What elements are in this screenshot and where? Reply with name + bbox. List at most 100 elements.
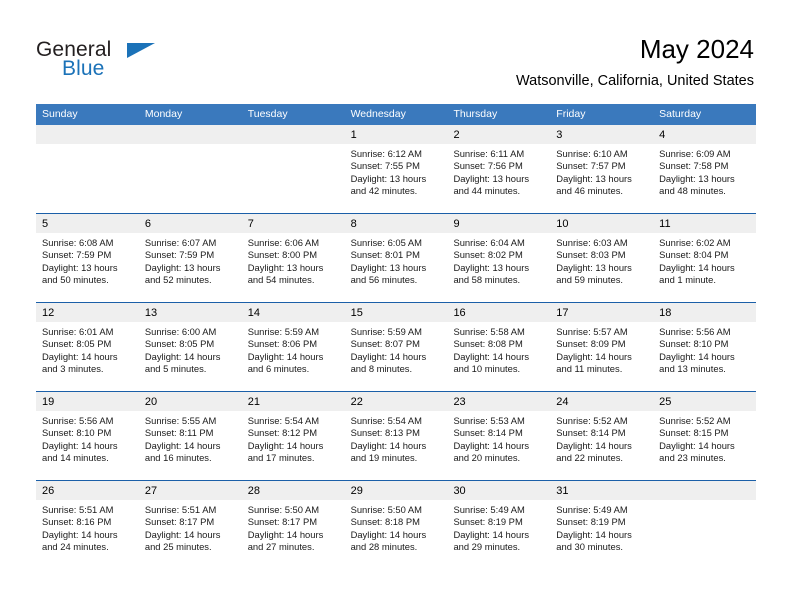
- day-info-line: Sunrise: 6:12 AM: [350, 148, 422, 159]
- day-info-line: Sunrise: 6:10 AM: [556, 148, 628, 159]
- day-number-band: 17: [550, 303, 654, 322]
- day-number: 28: [247, 485, 260, 497]
- day-info-line: Daylight: 13 hours: [247, 261, 324, 273]
- day-info-line: Sunrise: 6:02 AM: [659, 237, 731, 248]
- day-number: 14: [247, 307, 260, 319]
- day-cell-28[interactable]: 28 Sunrise: 5:50 AM Sunset: 8:17 PM Dayligh…: [241, 481, 345, 569]
- day-number-band: 12: [36, 303, 139, 322]
- day-cell-19[interactable]: 19 Sunrise: 5:56 AM Sunset: 8:10 PM Dayligh…: [36, 392, 139, 480]
- day-number-band: 27: [138, 481, 242, 500]
- day-sun-info: Sunrise: 6:06 AM Sunset: 8:00 PM Daylight:…: [242, 233, 345, 287]
- calendar-week-row: 26 Sunrise: 5:51 AM Sunset: 8:16 PM Dayligh…: [36, 480, 757, 569]
- day-number: 24: [556, 396, 569, 408]
- day-sun-info: [36, 144, 139, 148]
- day-number-band: 14: [241, 303, 345, 322]
- day-cell-23[interactable]: 23 Sunrise: 5:53 AM Sunset: 8:14 PM Dayligh…: [447, 392, 551, 480]
- day-info-line: Daylight: 14 hours: [556, 439, 632, 451]
- day-number: 1: [350, 129, 357, 141]
- weekday-header-saturday: Saturday: [659, 108, 702, 120]
- day-number: 21: [247, 396, 260, 408]
- day-info-line: and 25 minutes.: [144, 541, 212, 553]
- day-number: 2: [453, 129, 460, 141]
- page-title: May 2024: [639, 34, 754, 64]
- day-sun-info: Sunrise: 5:55 AM Sunset: 8:11 PM Daylight:…: [139, 411, 242, 465]
- day-number: 25: [659, 396, 672, 408]
- day-sun-info: Sunrise: 6:10 AM Sunset: 7:57 PM Daylight:…: [550, 144, 653, 198]
- day-info-line: and 54 minutes.: [247, 274, 315, 286]
- day-cell-5[interactable]: 5 Sunrise: 6:08 AM Sunset: 7:59 PM Daylight…: [36, 214, 139, 302]
- day-cell-7[interactable]: 7 Sunrise: 6:06 AM Sunset: 8:00 PM Daylight…: [241, 214, 345, 302]
- day-info-line: Sunrise: 6:01 AM: [42, 326, 114, 337]
- day-cell-16[interactable]: 16 Sunrise: 5:58 AM Sunset: 8:08 PM Dayligh…: [447, 303, 551, 391]
- day-cell-11[interactable]: 11 Sunrise: 6:02 AM Sunset: 8:04 PM Dayligh…: [653, 214, 757, 302]
- day-cell-12[interactable]: 12 Sunrise: 6:01 AM Sunset: 8:05 PM Dayligh…: [36, 303, 139, 391]
- day-cell-15[interactable]: 15 Sunrise: 5:59 AM Sunset: 8:07 PM Dayligh…: [344, 303, 448, 391]
- day-info-line: Sunrise: 6:00 AM: [144, 326, 217, 337]
- day-cell-24[interactable]: 24 Sunrise: 5:52 AM Sunset: 8:14 PM Dayligh…: [550, 392, 654, 480]
- day-info-line: Sunset: 7:59 PM: [144, 249, 215, 261]
- day-number-band: 8: [344, 214, 448, 233]
- day-cell-1[interactable]: 1 Sunrise: 6:12 AM Sunset: 7:55 PM Daylight…: [344, 125, 448, 213]
- day-cell-29[interactable]: 29 Sunrise: 5:50 AM Sunset: 8:18 PM Dayligh…: [344, 481, 448, 569]
- day-cell-31[interactable]: 31 Sunrise: 5:49 AM Sunset: 8:19 PM Dayligh…: [550, 481, 654, 569]
- day-number: 22: [350, 396, 363, 408]
- day-info-line: and 5 minutes.: [144, 363, 207, 375]
- day-number-band: 5: [36, 214, 139, 233]
- day-cell-17[interactable]: 17 Sunrise: 5:57 AM Sunset: 8:09 PM Dayligh…: [550, 303, 654, 391]
- day-number-band: 10: [550, 214, 654, 233]
- day-number: 4: [659, 129, 666, 141]
- day-cell-3[interactable]: 3 Sunrise: 6:10 AM Sunset: 7:57 PM Daylight…: [550, 125, 654, 213]
- day-cell-27[interactable]: 27 Sunrise: 5:51 AM Sunset: 8:17 PM Dayligh…: [138, 481, 242, 569]
- day-info-line: Sunrise: 5:51 AM: [42, 504, 114, 515]
- day-number-band: 24: [550, 392, 654, 411]
- day-sun-info: Sunrise: 6:02 AM Sunset: 8:04 PM Daylight:…: [653, 233, 756, 287]
- day-sun-info: Sunrise: 5:54 AM Sunset: 8:12 PM Daylight:…: [242, 411, 345, 465]
- day-cell-4[interactable]: 4 Sunrise: 6:09 AM Sunset: 7:58 PM Daylight…: [653, 125, 757, 213]
- day-cell-9[interactable]: 9 Sunrise: 6:04 AM Sunset: 8:02 PM Daylight…: [447, 214, 551, 302]
- day-sun-info: Sunrise: 5:57 AM Sunset: 8:09 PM Daylight:…: [550, 322, 653, 376]
- day-info-line: Sunrise: 5:56 AM: [659, 326, 731, 337]
- day-info-line: and 56 minutes.: [350, 274, 418, 286]
- day-cell-empty: [241, 125, 345, 213]
- day-info-line: Sunset: 8:15 PM: [659, 427, 729, 439]
- day-cell-25[interactable]: 25 Sunrise: 5:52 AM Sunset: 8:15 PM Dayligh…: [653, 392, 757, 480]
- day-number: 6: [144, 218, 151, 230]
- day-cell-2[interactable]: 2 Sunrise: 6:11 AM Sunset: 7:56 PM Daylight…: [447, 125, 551, 213]
- day-info-line: Sunrise: 5:51 AM: [144, 504, 217, 515]
- day-info-line: and 10 minutes.: [453, 363, 521, 375]
- day-sun-info: Sunrise: 6:00 AM Sunset: 8:05 PM Daylight:…: [139, 322, 242, 376]
- day-cell-18[interactable]: 18 Sunrise: 5:56 AM Sunset: 8:10 PM Dayligh…: [653, 303, 757, 391]
- day-sun-info: Sunrise: 5:49 AM Sunset: 8:19 PM Daylight:…: [447, 500, 550, 554]
- page-subtitle: Watsonville, California, United States: [515, 73, 754, 89]
- day-info-line: Sunrise: 5:58 AM: [453, 326, 525, 337]
- day-cell-10[interactable]: 10 Sunrise: 6:03 AM Sunset: 8:03 PM Dayligh…: [550, 214, 654, 302]
- day-info-line: Sunset: 8:12 PM: [247, 427, 318, 439]
- day-info-line: Sunset: 8:06 PM: [247, 338, 318, 350]
- day-info-line: Sunset: 8:14 PM: [556, 427, 626, 439]
- day-number: 18: [659, 307, 672, 319]
- day-number: 8: [350, 218, 357, 230]
- day-info-line: Daylight: 14 hours: [144, 350, 221, 362]
- day-cell-14[interactable]: 14 Sunrise: 5:59 AM Sunset: 8:06 PM Dayligh…: [241, 303, 345, 391]
- logo[interactable]: General Blue: [36, 38, 216, 84]
- day-cell-30[interactable]: 30 Sunrise: 5:49 AM Sunset: 8:19 PM Dayligh…: [447, 481, 551, 569]
- day-cell-21[interactable]: 21 Sunrise: 5:54 AM Sunset: 8:12 PM Dayligh…: [241, 392, 345, 480]
- day-info-line: and 20 minutes.: [453, 452, 521, 464]
- day-cell-20[interactable]: 20 Sunrise: 5:55 AM Sunset: 8:11 PM Dayligh…: [138, 392, 242, 480]
- day-info-line: Daylight: 13 hours: [556, 261, 632, 273]
- day-cell-26[interactable]: 26 Sunrise: 5:51 AM Sunset: 8:16 PM Dayligh…: [36, 481, 139, 569]
- day-sun-info: Sunrise: 5:56 AM Sunset: 8:10 PM Daylight:…: [36, 411, 139, 465]
- day-number: 12: [42, 307, 55, 319]
- day-cell-6[interactable]: 6 Sunrise: 6:07 AM Sunset: 7:59 PM Daylight…: [138, 214, 242, 302]
- day-cell-13[interactable]: 13 Sunrise: 6:00 AM Sunset: 8:05 PM Dayligh…: [138, 303, 242, 391]
- day-cell-8[interactable]: 8 Sunrise: 6:05 AM Sunset: 8:01 PM Daylight…: [344, 214, 448, 302]
- day-number: 3: [556, 129, 563, 141]
- day-info-line: Sunrise: 5:52 AM: [659, 415, 731, 426]
- weekday-header-monday: Monday: [144, 108, 183, 120]
- day-sun-info: Sunrise: 5:51 AM Sunset: 8:16 PM Daylight:…: [36, 500, 139, 554]
- day-cell-empty: [653, 481, 757, 569]
- day-info-line: and 17 minutes.: [247, 452, 315, 464]
- day-cell-22[interactable]: 22 Sunrise: 5:54 AM Sunset: 8:13 PM Dayligh…: [344, 392, 448, 480]
- day-info-line: Sunset: 8:03 PM: [556, 249, 626, 261]
- day-sun-info: Sunrise: 5:56 AM Sunset: 8:10 PM Daylight:…: [653, 322, 756, 376]
